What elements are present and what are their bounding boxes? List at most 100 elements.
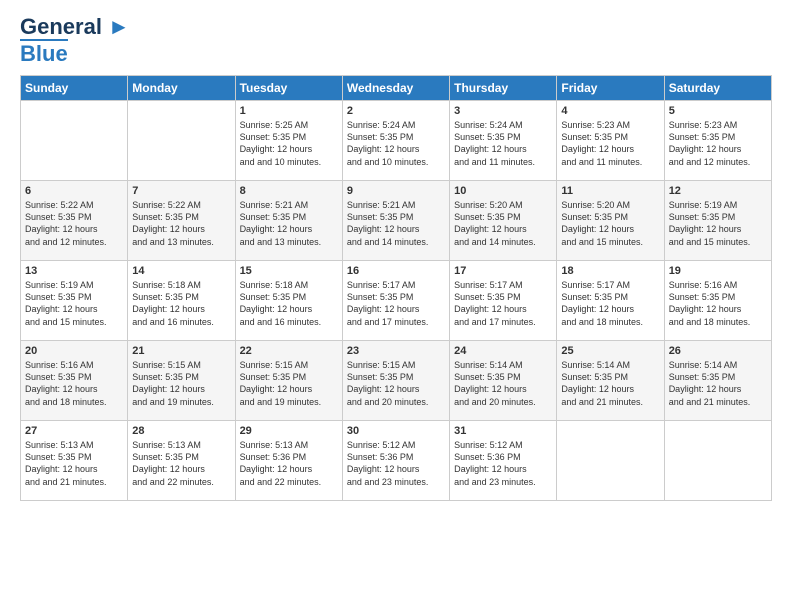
logo: General ► Blue xyxy=(20,15,130,67)
week-row-0: 1 Sunrise: 5:25 AMSunset: 5:35 PMDaylight… xyxy=(21,101,772,181)
calendar-cell: 17Sunrise: 5:17 AMSunset: 5:35 PMDayligh… xyxy=(450,261,557,341)
logo-text: General ► xyxy=(20,15,130,39)
day-number: 27 xyxy=(25,425,123,437)
day-number: 24 xyxy=(454,345,552,357)
day-number: 11 xyxy=(561,185,659,197)
calendar-cell: 1 Sunrise: 5:25 AMSunset: 5:35 PMDaylight… xyxy=(235,101,342,181)
day-info: Sunrise: 5:19 AMSunset: 5:35 PMDaylight:… xyxy=(25,279,123,328)
day-number: 5 xyxy=(669,105,767,117)
day-number: 12 xyxy=(669,185,767,197)
day-number: 13 xyxy=(25,265,123,277)
day-info: Sunrise: 5:15 AMSunset: 5:35 PMDaylight:… xyxy=(347,359,445,408)
calendar-cell: 18 Sunrise: 5:17 AMSunset: 5:35 PMDayligh… xyxy=(557,261,664,341)
day-number: 19 xyxy=(669,265,767,277)
day-info: Sunrise: 5:21 AMSunset: 5:35 PMDaylight:… xyxy=(347,199,445,248)
day-info: Sunrise: 5:17 AMSunset: 5:35 PMDaylight:… xyxy=(561,279,659,328)
calendar-cell: 8 Sunrise: 5:21 AMSunset: 5:35 PMDaylight… xyxy=(235,181,342,261)
day-number: 22 xyxy=(240,345,338,357)
calendar-cell: 10Sunrise: 5:20 AMSunset: 5:35 PMDayligh… xyxy=(450,181,557,261)
day-info: Sunrise: 5:23 AMSunset: 5:35 PMDaylight:… xyxy=(561,119,659,168)
calendar-cell: 5 Sunrise: 5:23 AMSunset: 5:35 PMDaylight… xyxy=(664,101,771,181)
calendar-cell: 19 Sunrise: 5:16 AMSunset: 5:35 PMDayligh… xyxy=(664,261,771,341)
header-day-thursday: Thursday xyxy=(450,76,557,101)
day-number: 17 xyxy=(454,265,552,277)
day-info: Sunrise: 5:22 AMSunset: 5:35 PMDaylight:… xyxy=(132,199,230,248)
day-info: Sunrise: 5:23 AMSunset: 5:35 PMDaylight:… xyxy=(669,119,767,168)
day-info: Sunrise: 5:14 AMSunset: 5:35 PMDaylight:… xyxy=(454,359,552,408)
calendar-cell: 14 Sunrise: 5:18 AMSunset: 5:35 PMDayligh… xyxy=(128,261,235,341)
calendar-cell: 24 Sunrise: 5:14 AMSunset: 5:35 PMDayligh… xyxy=(450,341,557,421)
day-number: 9 xyxy=(347,185,445,197)
header-day-tuesday: Tuesday xyxy=(235,76,342,101)
calendar-cell: 26Sunrise: 5:14 AMSunset: 5:35 PMDayligh… xyxy=(664,341,771,421)
header-day-friday: Friday xyxy=(557,76,664,101)
header-day-saturday: Saturday xyxy=(664,76,771,101)
day-number: 21 xyxy=(132,345,230,357)
day-number: 31 xyxy=(454,425,552,437)
header-day-sunday: Sunday xyxy=(21,76,128,101)
day-info: Sunrise: 5:25 AMSunset: 5:35 PMDaylight:… xyxy=(240,119,338,168)
day-info: Sunrise: 5:12 AMSunset: 5:36 PMDaylight:… xyxy=(454,439,552,488)
calendar-cell: 2 Sunrise: 5:24 AMSunset: 5:35 PMDaylight… xyxy=(342,101,449,181)
day-info: Sunrise: 5:24 AMSunset: 5:35 PMDaylight:… xyxy=(454,119,552,168)
calendar-cell: 7 Sunrise: 5:22 AMSunset: 5:35 PMDaylight… xyxy=(128,181,235,261)
day-info: Sunrise: 5:20 AMSunset: 5:35 PMDaylight:… xyxy=(561,199,659,248)
logo-blue: Blue xyxy=(20,39,68,67)
day-info: Sunrise: 5:15 AMSunset: 5:35 PMDaylight:… xyxy=(132,359,230,408)
day-info: Sunrise: 5:15 AMSunset: 5:35 PMDaylight:… xyxy=(240,359,338,408)
calendar-cell: 11 Sunrise: 5:20 AMSunset: 5:35 PMDayligh… xyxy=(557,181,664,261)
day-number: 1 xyxy=(240,105,338,117)
day-number: 2 xyxy=(347,105,445,117)
calendar-cell: 6 Sunrise: 5:22 AMSunset: 5:35 PMDaylight… xyxy=(21,181,128,261)
day-number: 23 xyxy=(347,345,445,357)
week-row-1: 6 Sunrise: 5:22 AMSunset: 5:35 PMDaylight… xyxy=(21,181,772,261)
day-number: 20 xyxy=(25,345,123,357)
day-info: Sunrise: 5:14 AMSunset: 5:35 PMDaylight:… xyxy=(561,359,659,408)
calendar-cell: 21 Sunrise: 5:15 AMSunset: 5:35 PMDayligh… xyxy=(128,341,235,421)
calendar-cell: 28Sunrise: 5:13 AMSunset: 5:35 PMDayligh… xyxy=(128,421,235,501)
day-number: 8 xyxy=(240,185,338,197)
calendar-cell: 22 Sunrise: 5:15 AMSunset: 5:35 PMDayligh… xyxy=(235,341,342,421)
calendar-cell: 12 Sunrise: 5:19 AMSunset: 5:35 PMDayligh… xyxy=(664,181,771,261)
calendar-cell: 20 Sunrise: 5:16 AMSunset: 5:35 PMDayligh… xyxy=(21,341,128,421)
day-info: Sunrise: 5:13 AMSunset: 5:35 PMDaylight:… xyxy=(25,439,123,488)
day-number: 25 xyxy=(561,345,659,357)
day-info: Sunrise: 5:12 AMSunset: 5:36 PMDaylight:… xyxy=(347,439,445,488)
calendar-cell xyxy=(664,421,771,501)
day-number: 4 xyxy=(561,105,659,117)
day-number: 14 xyxy=(132,265,230,277)
day-number: 7 xyxy=(132,185,230,197)
week-row-3: 20 Sunrise: 5:16 AMSunset: 5:35 PMDayligh… xyxy=(21,341,772,421)
calendar-table: SundayMondayTuesdayWednesdayThursdayFrid… xyxy=(20,75,772,501)
day-info: Sunrise: 5:24 AMSunset: 5:35 PMDaylight:… xyxy=(347,119,445,168)
day-info: Sunrise: 5:16 AMSunset: 5:35 PMDaylight:… xyxy=(25,359,123,408)
week-row-2: 13 Sunrise: 5:19 AMSunset: 5:35 PMDayligh… xyxy=(21,261,772,341)
calendar-cell: 4 Sunrise: 5:23 AMSunset: 5:35 PMDaylight… xyxy=(557,101,664,181)
day-number: 28 xyxy=(132,425,230,437)
calendar-cell: 29Sunrise: 5:13 AMSunset: 5:36 PMDayligh… xyxy=(235,421,342,501)
day-number: 30 xyxy=(347,425,445,437)
calendar-cell xyxy=(557,421,664,501)
day-info: Sunrise: 5:22 AMSunset: 5:35 PMDaylight:… xyxy=(25,199,123,248)
calendar-cell: 27 Sunrise: 5:13 AMSunset: 5:35 PMDayligh… xyxy=(21,421,128,501)
day-number: 10 xyxy=(454,185,552,197)
day-info: Sunrise: 5:16 AMSunset: 5:35 PMDaylight:… xyxy=(669,279,767,328)
day-number: 18 xyxy=(561,265,659,277)
calendar-cell: 15Sunrise: 5:18 AMSunset: 5:35 PMDayligh… xyxy=(235,261,342,341)
calendar-cell: 30 Sunrise: 5:12 AMSunset: 5:36 PMDayligh… xyxy=(342,421,449,501)
calendar-cell: 25 Sunrise: 5:14 AMSunset: 5:35 PMDayligh… xyxy=(557,341,664,421)
calendar-cell: 3 Sunrise: 5:24 AMSunset: 5:35 PMDaylight… xyxy=(450,101,557,181)
day-number: 15 xyxy=(240,265,338,277)
day-info: Sunrise: 5:14 AMSunset: 5:35 PMDaylight:… xyxy=(669,359,767,408)
day-number: 3 xyxy=(454,105,552,117)
calendar-cell xyxy=(128,101,235,181)
page: General ► Blue SundayMondayTuesdayWednes… xyxy=(0,0,792,612)
calendar-cell xyxy=(21,101,128,181)
day-info: Sunrise: 5:18 AMSunset: 5:35 PMDaylight:… xyxy=(132,279,230,328)
day-info: Sunrise: 5:21 AMSunset: 5:35 PMDaylight:… xyxy=(240,199,338,248)
day-number: 6 xyxy=(25,185,123,197)
day-info: Sunrise: 5:19 AMSunset: 5:35 PMDaylight:… xyxy=(669,199,767,248)
calendar-cell: 23 Sunrise: 5:15 AMSunset: 5:35 PMDayligh… xyxy=(342,341,449,421)
calendar-cell: 13 Sunrise: 5:19 AMSunset: 5:35 PMDayligh… xyxy=(21,261,128,341)
day-number: 16 xyxy=(347,265,445,277)
